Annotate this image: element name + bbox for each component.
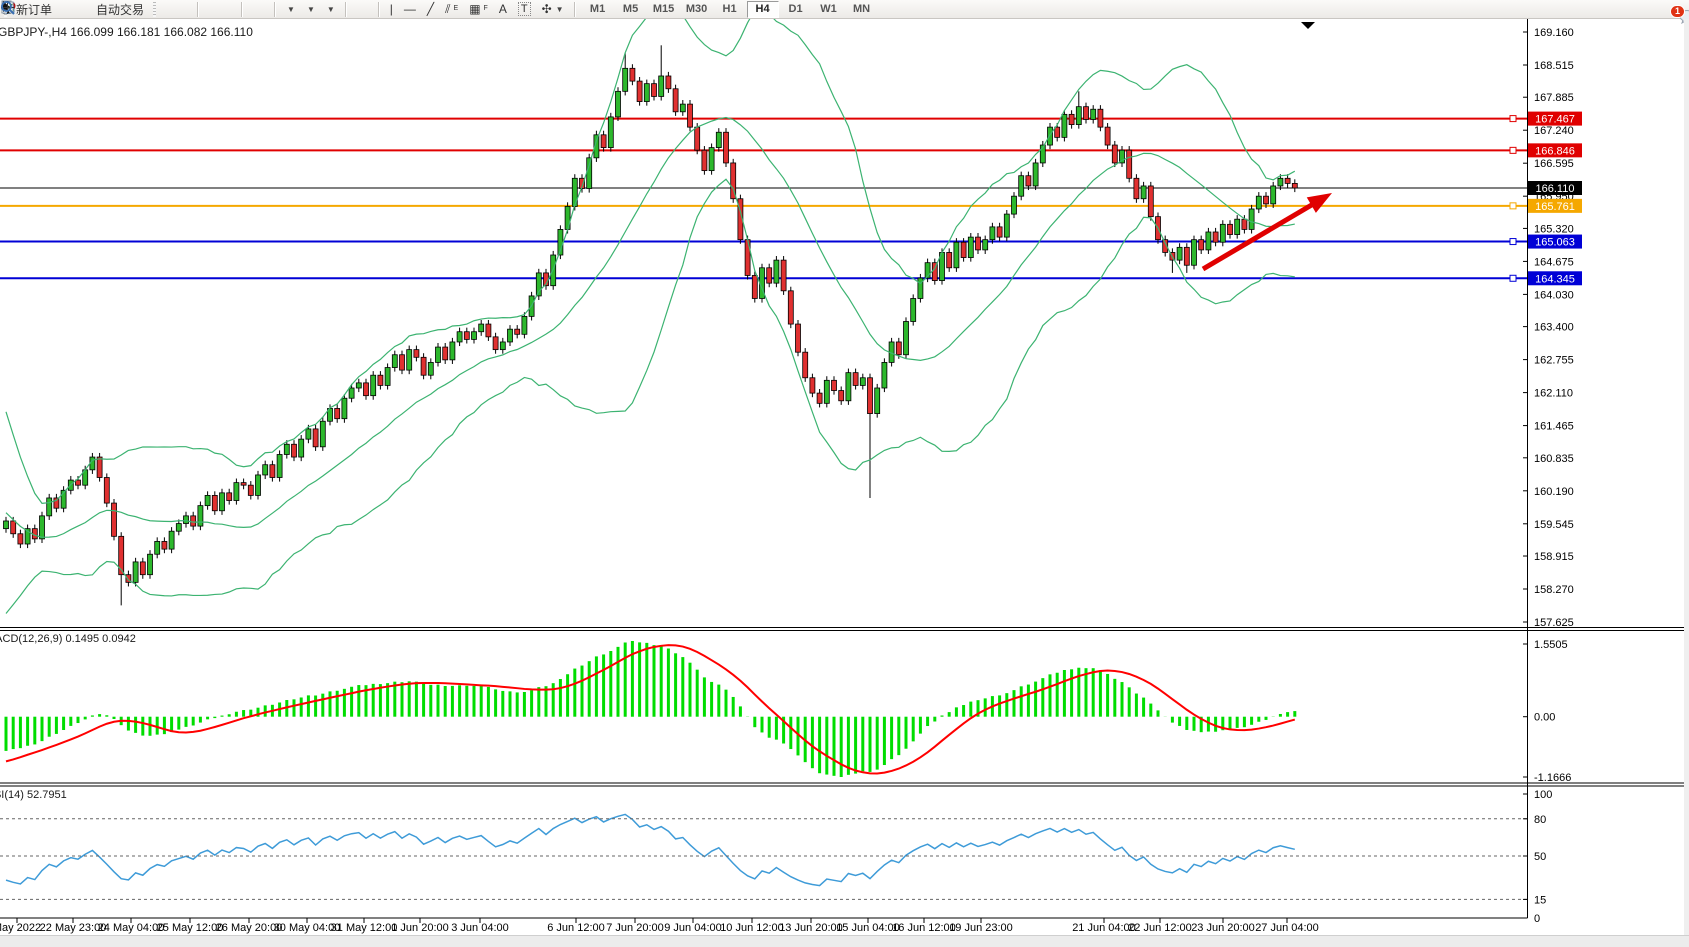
price-tick-label: 163.400	[1534, 322, 1574, 334]
level-price-tag-text: 166.846	[1535, 145, 1575, 157]
price-tick-label: 169.160	[1534, 27, 1574, 39]
time-tick-label: 26 May 20:00	[216, 922, 283, 934]
time-tick-label: 21 Jun 04:00	[1072, 922, 1136, 934]
level-price-tag-text: 164.345	[1535, 273, 1575, 285]
time-tick-label: 22 Jun 12:00	[1128, 922, 1192, 934]
macd-tick-label: 0.00	[1534, 712, 1555, 724]
chart-canvas[interactable]: 169.160168.515167.885167.240166.595165.9…	[0, 0, 1689, 947]
time-tick-label: 27 Jun 04:00	[1255, 922, 1319, 934]
price-tick-label: 160.190	[1534, 486, 1574, 498]
price-tick-label: 165.320	[1534, 223, 1574, 235]
rsi-line	[6, 814, 1295, 885]
price-tick-label: 167.240	[1534, 125, 1574, 137]
level-line-handle[interactable]	[1510, 275, 1516, 281]
price-tick-label: 166.595	[1534, 158, 1574, 170]
price-tick-label: 164.675	[1534, 256, 1574, 268]
rsi-tick-label: 80	[1534, 814, 1546, 826]
price-tick-label: 161.465	[1534, 421, 1574, 433]
time-tick-label: 16 Jun 12:00	[892, 922, 956, 934]
mt4-window: 新订单 自动交易	[0, 0, 1689, 947]
time-tick-label: 25 May 12:00	[157, 922, 224, 934]
price-tick-label: 164.030	[1534, 289, 1574, 301]
symbol-ohlc-label: GBPJPY-,H4 166.099 166.181 166.082 166.1…	[0, 25, 253, 39]
macd-layer	[6, 641, 1295, 777]
level-line-handle[interactable]	[1510, 239, 1516, 245]
time-tick-label: 6 Jun 12:00	[547, 922, 605, 934]
time-tick-label: 13 Jun 20:00	[779, 922, 843, 934]
price-tick-label: 159.545	[1534, 519, 1574, 531]
level-line-handle[interactable]	[1510, 116, 1516, 122]
macd-tick-label: 1.5505	[1534, 639, 1568, 651]
chart-shift-marker[interactable]	[1301, 22, 1315, 29]
time-tick-label: 1 Jun 20:00	[391, 922, 449, 934]
rsi-label: RSI(14) 52.7951	[0, 789, 67, 801]
level-price-tag-text: 167.467	[1535, 114, 1575, 126]
level-line-handle[interactable]	[1510, 203, 1516, 209]
level-price-tag-text: 165.761	[1535, 201, 1575, 213]
rsi-tick-label: 0	[1534, 913, 1540, 925]
price-tick-label: 158.915	[1534, 551, 1574, 563]
bollinger-upper-band	[6, 8, 1295, 503]
level-price-tag-text: 166.110	[1536, 183, 1575, 195]
macd-tick-label: -1.1666	[1534, 772, 1571, 784]
time-tick-label: 9 Jun 04:00	[664, 922, 722, 934]
window-edge	[1684, 19, 1689, 935]
rsi-layer	[6, 814, 1295, 885]
price-tick-label: 162.110	[1534, 388, 1573, 400]
level-line-handle[interactable]	[1510, 147, 1516, 153]
macd-label: MACD(12,26,9) 0.1495 0.0942	[0, 633, 136, 645]
status-bar	[0, 935, 1689, 947]
price-tick-label: 162.755	[1534, 355, 1574, 367]
price-tick-label: 167.885	[1534, 92, 1574, 104]
rsi-tick-label: 15	[1534, 894, 1546, 906]
price-tick-label: 160.835	[1534, 453, 1574, 465]
time-tick-label: 23 Jun 20:00	[1191, 922, 1255, 934]
time-tick-label: 22 May 23:00	[40, 922, 107, 934]
time-tick-label: 15 Jun 04:00	[836, 922, 900, 934]
price-tick-label: 158.270	[1534, 584, 1574, 596]
time-tick-label: 10 Jun 12:00	[720, 922, 784, 934]
level-price-tag-text: 165.063	[1535, 237, 1575, 249]
bollinger-middle-band	[6, 118, 1295, 538]
time-tick-label: 31 May 12:00	[331, 922, 398, 934]
bollinger-lower-band	[6, 179, 1295, 613]
time-tick-label: 7 Jun 20:00	[606, 922, 664, 934]
time-tick-label: 19 Jun 23:00	[949, 922, 1013, 934]
rsi-tick-label: 50	[1534, 851, 1546, 863]
time-tick-label: May 2022	[0, 922, 41, 934]
time-tick-label: 3 Jun 04:00	[451, 922, 509, 934]
price-tick-label: 168.515	[1534, 60, 1574, 72]
time-tick-label: 24 May 04:00	[98, 922, 165, 934]
price-tick-label: 157.625	[1534, 617, 1574, 629]
trend-arrow-head[interactable]	[1307, 193, 1332, 213]
rsi-tick-label: 100	[1534, 789, 1552, 801]
main-chart-layer	[0, 8, 1527, 613]
